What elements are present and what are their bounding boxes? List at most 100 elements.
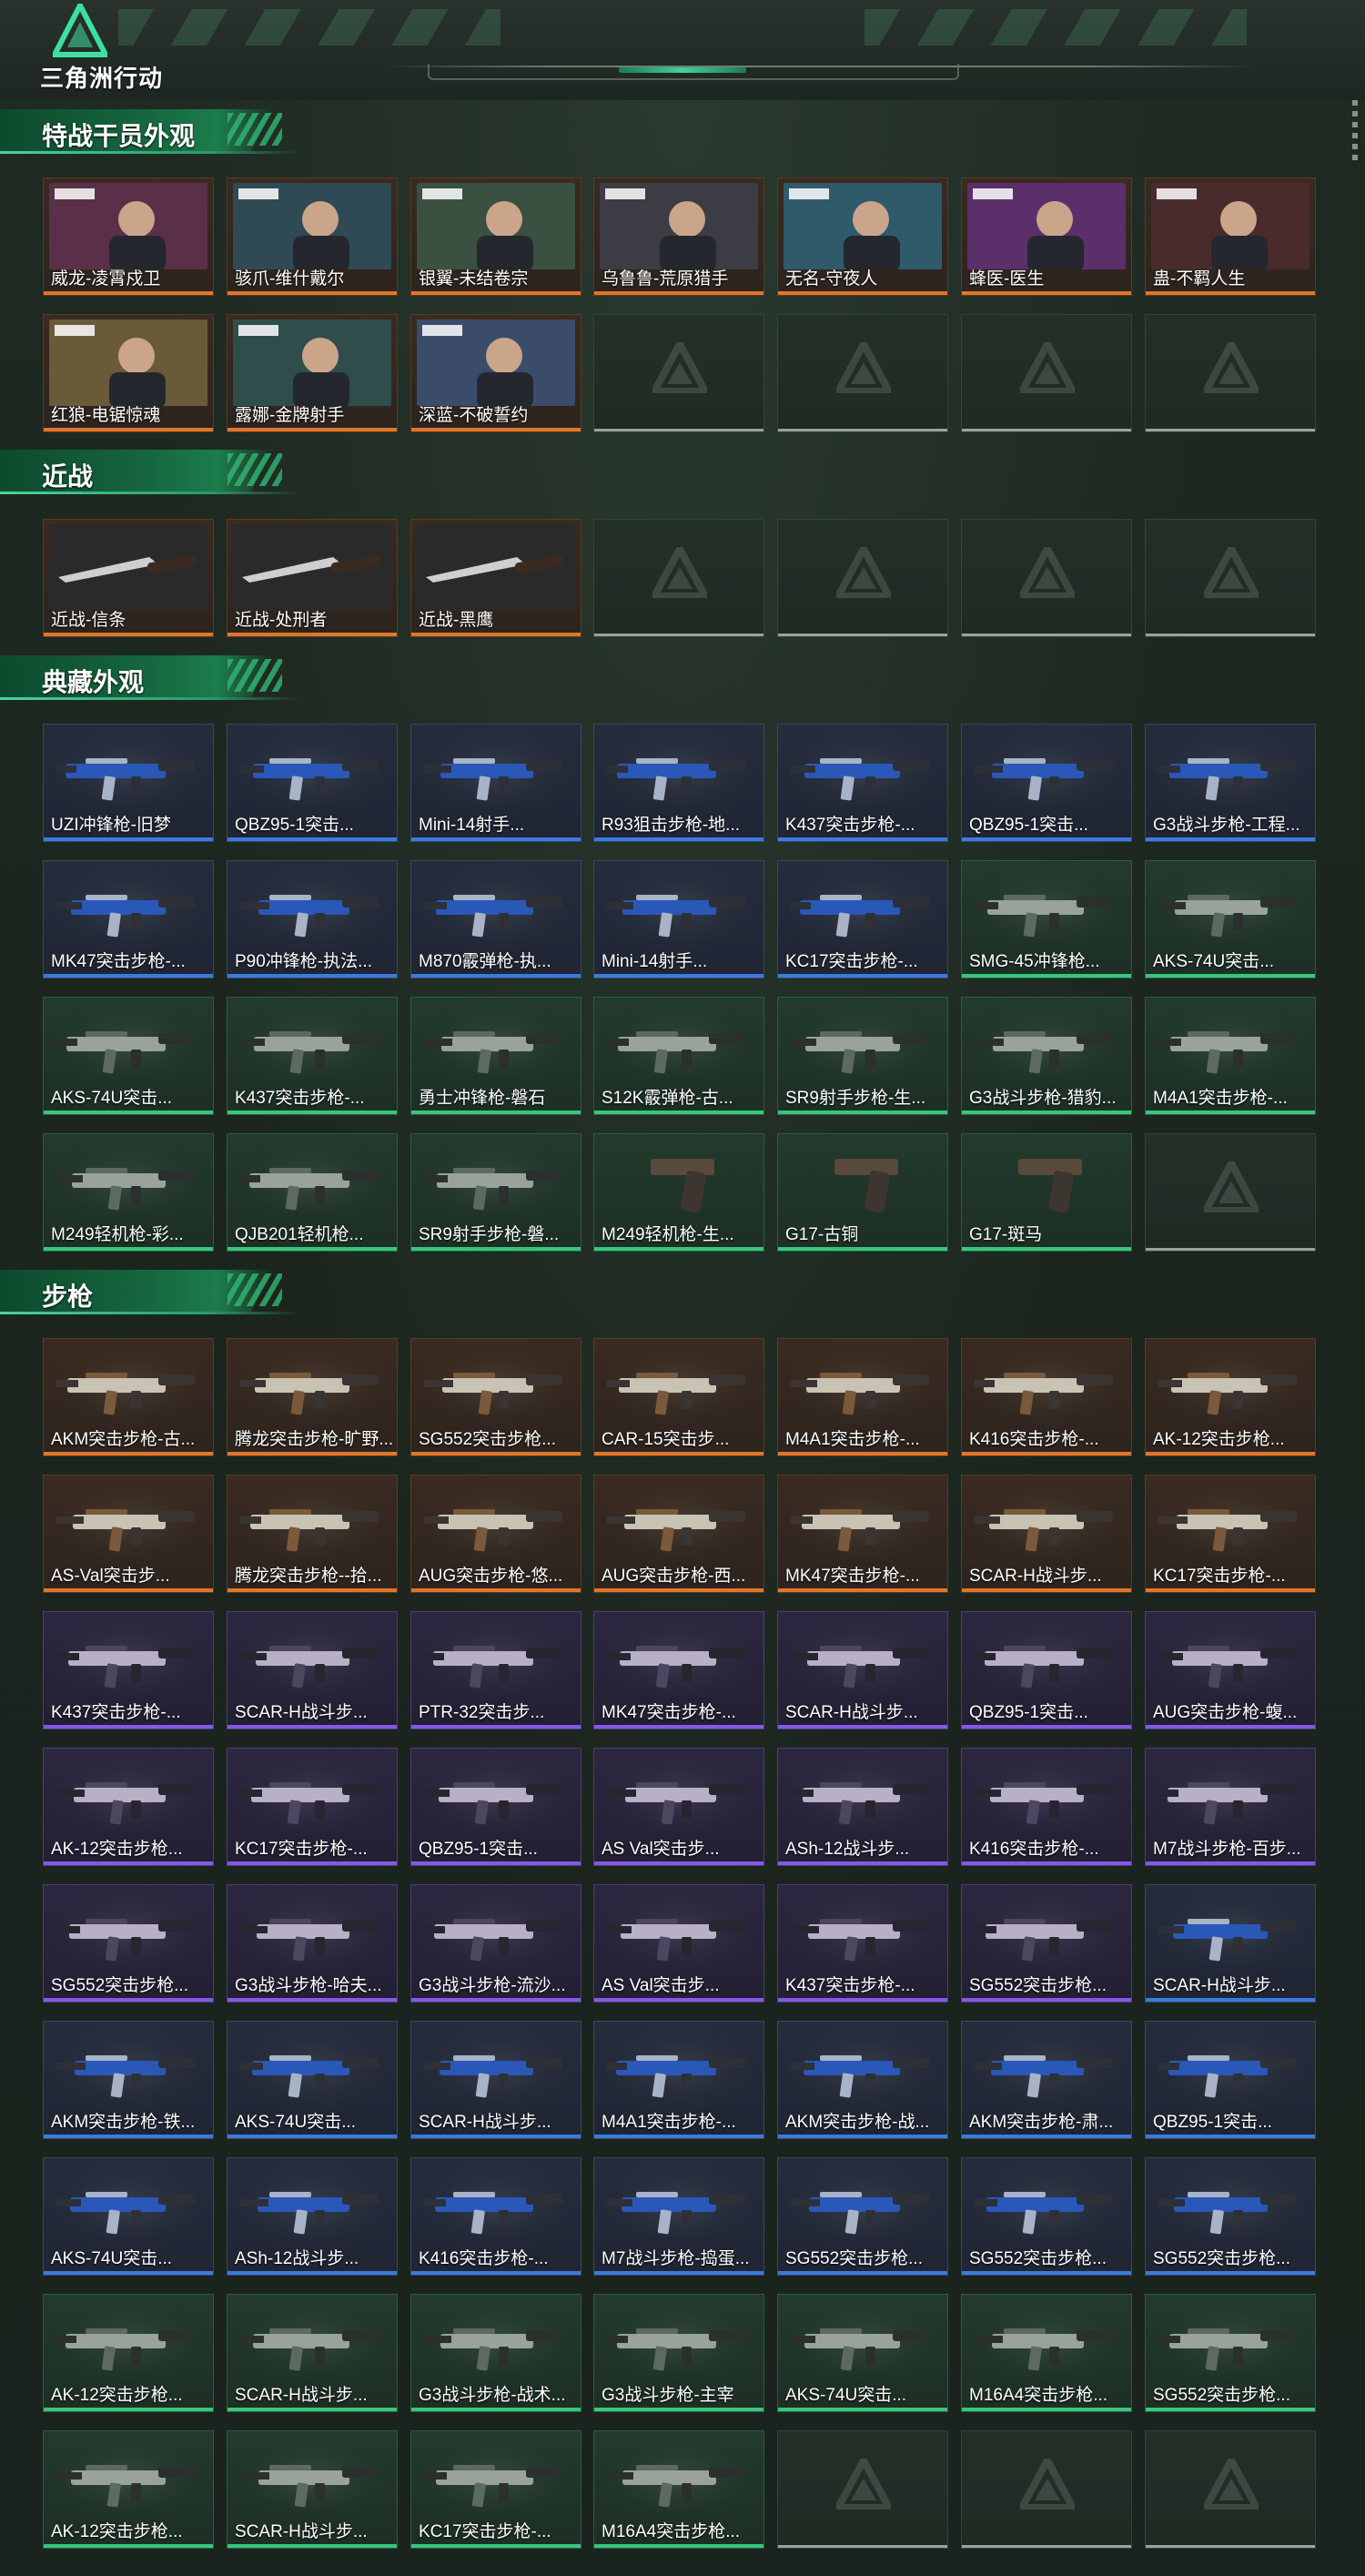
skin-card[interactable]: G3战斗步枪-战术... [410,2294,581,2412]
skin-card[interactable]: SMG-45冲锋枪... [961,860,1132,979]
skin-card[interactable]: K437突击步枪-... [43,1611,214,1729]
skin-card[interactable]: QBZ95-1突击... [227,724,398,842]
skin-card[interactable]: R93狙击步枪-地... [593,724,764,842]
skin-card[interactable]: MK47突击步枪-... [777,1475,948,1593]
skin-card[interactable]: AUG突击步枪-西... [593,1475,764,1593]
skin-card[interactable]: G3战斗步枪-哈夫... [227,1884,398,2003]
skin-card[interactable]: M249轻机枪-彩... [43,1133,214,1252]
skin-card[interactable]: SR9射手步枪-磐... [410,1133,581,1252]
skin-card[interactable]: QJB201轻机枪... [227,1133,398,1252]
skin-card[interactable]: AKM突击步枪-肃... [961,2021,1132,2139]
skin-card[interactable]: K416突击步枪-... [961,1748,1132,1866]
skin-card[interactable]: AK-12突击步枪... [43,1748,214,1866]
skin-card[interactable]: 勇士冲锋枪-磐石 [410,997,581,1115]
skin-card[interactable]: SR9射手步枪-生... [777,997,948,1115]
skin-card[interactable]: AS Val突击步... [593,1884,764,2003]
skin-card[interactable]: KC17突击步枪-... [227,1748,398,1866]
skin-card[interactable]: AS-Val突击步... [43,1475,214,1593]
skin-card[interactable]: AK-12突击步枪... [43,2430,214,2549]
skin-card[interactable]: AKM突击步枪-铁... [43,2021,214,2139]
skin-card[interactable]: 蜂医-医生 [961,177,1132,296]
skin-card[interactable]: M870霰弹枪-执... [410,860,581,979]
skin-card[interactable]: AK-12突击步枪... [1145,1338,1316,1456]
skin-card[interactable]: G3战斗步枪-主宰 [593,2294,764,2412]
skin-card[interactable]: SG552突击步枪... [1145,2294,1316,2412]
skin-card[interactable]: SG552突击步枪... [961,2157,1132,2276]
skin-card[interactable]: SCAR-H战斗步... [961,1475,1132,1593]
skin-card[interactable]: KC17突击步枪-... [410,2430,581,2549]
skin-card[interactable]: SCAR-H战斗步... [410,2021,581,2139]
skin-card[interactable]: M7战斗步枪-捣蛋... [593,2157,764,2276]
skin-card[interactable]: ASh-12战斗步... [227,2157,398,2276]
skin-card[interactable]: K416突击步枪-... [410,2157,581,2276]
skin-card[interactable]: M4A1突击步枪-... [1145,997,1316,1115]
skin-card[interactable]: AKS-74U突击... [43,2157,214,2276]
skin-card[interactable]: KC17突击步枪-... [1145,1475,1316,1593]
skin-card[interactable]: AKS-74U突击... [777,2294,948,2412]
skin-card[interactable]: AKS-74U突击... [227,2021,398,2139]
skin-card[interactable]: MK47突击步枪-... [593,1611,764,1729]
skin-card[interactable]: AS Val突击步... [593,1748,764,1866]
skin-card[interactable]: 露娜-金牌射手 [227,314,398,432]
skin-card[interactable]: PTR-32突击步... [410,1611,581,1729]
skin-card[interactable]: ASh-12战斗步... [777,1748,948,1866]
skin-card[interactable]: SG552突击步枪... [410,1338,581,1456]
skin-card[interactable]: P90冲锋枪-执法... [227,860,398,979]
skin-card[interactable]: SG552突击步枪... [961,1884,1132,2003]
skin-card[interactable]: 蛊-不羁人生 [1145,177,1316,296]
skin-card[interactable]: 乌鲁鲁-荒原猎手 [593,177,764,296]
skin-card[interactable]: K437突击步枪-... [777,1884,948,2003]
skin-card[interactable]: SCAR-H战斗步... [227,2430,398,2549]
skin-card[interactable]: MK47突击步枪-... [43,860,214,979]
skin-card[interactable]: 深蓝-不破誓约 [410,314,581,432]
skin-card[interactable]: 红狼-电锯惊魂 [43,314,214,432]
skin-card[interactable]: 威龙-凌霄戍卫 [43,177,214,296]
skin-card[interactable]: SG552突击步枪... [777,2157,948,2276]
skin-card[interactable]: CAR-15突击步... [593,1338,764,1456]
skin-card[interactable]: SCAR-H战斗步... [227,1611,398,1729]
skin-card[interactable]: 腾龙突击步枪--拾... [227,1475,398,1593]
skin-card[interactable]: M249轻机枪-生... [593,1133,764,1252]
skin-card[interactable]: M4A1突击步枪-... [593,2021,764,2139]
skin-card[interactable]: AKS-74U突击... [43,997,214,1115]
skin-card[interactable]: 腾龙突击步枪-旷野... [227,1338,398,1456]
skin-card[interactable]: K437突击步枪-... [227,997,398,1115]
skin-card[interactable]: K437突击步枪-... [777,724,948,842]
skin-card[interactable]: AUG突击步枪-蝮... [1145,1611,1316,1729]
skin-card[interactable]: Mini-14射手... [593,860,764,979]
skin-card[interactable]: G17-古铜 [777,1133,948,1252]
skin-card[interactable]: M16A4突击步枪... [961,2294,1132,2412]
skin-card[interactable]: 骇爪-维什戴尔 [227,177,398,296]
skin-card[interactable]: SG552突击步枪... [1145,2157,1316,2276]
skin-card[interactable]: M7战斗步枪-百步... [1145,1748,1316,1866]
skin-card[interactable]: 近战-黑鹰 [410,519,581,637]
skin-card[interactable]: QBZ95-1突击... [961,724,1132,842]
skin-card[interactable]: UZI冲锋枪-旧梦 [43,724,214,842]
skin-card[interactable]: 银翼-未结卷宗 [410,177,581,296]
skin-card[interactable]: SG552突击步枪... [43,1884,214,2003]
skin-card[interactable]: AKM突击步枪-战... [777,2021,948,2139]
skin-card[interactable]: 近战-信条 [43,519,214,637]
skin-card[interactable]: SCAR-H战斗步... [1145,1884,1316,2003]
skin-card[interactable]: SCAR-H战斗步... [777,1611,948,1729]
skin-card[interactable]: Mini-14射手... [410,724,581,842]
skin-card[interactable]: 近战-处刑者 [227,519,398,637]
skin-card[interactable]: M16A4突击步枪... [593,2430,764,2549]
skin-card[interactable]: K416突击步枪-... [961,1338,1132,1456]
skin-card[interactable]: G3战斗步枪-猎豹... [961,997,1132,1115]
skin-card[interactable]: G3战斗步枪-工程... [1145,724,1316,842]
skin-card[interactable]: G3战斗步枪-流沙... [410,1884,581,2003]
skin-card[interactable]: QBZ95-1突击... [410,1748,581,1866]
skin-card[interactable]: AK-12突击步枪... [43,2294,214,2412]
skin-card[interactable]: M4A1突击步枪-... [777,1338,948,1456]
skin-card[interactable]: G17-斑马 [961,1133,1132,1252]
skin-card[interactable]: AKM突击步枪-古... [43,1338,214,1456]
scroll-indicator[interactable] [1352,100,1358,164]
skin-card[interactable]: AKS-74U突击... [1145,860,1316,979]
skin-card[interactable]: KC17突击步枪-... [777,860,948,979]
skin-card[interactable]: QBZ95-1突击... [961,1611,1132,1729]
skin-card[interactable]: SCAR-H战斗步... [227,2294,398,2412]
skin-card[interactable]: 无名-守夜人 [777,177,948,296]
skin-card[interactable]: AUG突击步枪-悠... [410,1475,581,1593]
skin-card[interactable]: QBZ95-1突击... [1145,2021,1316,2139]
